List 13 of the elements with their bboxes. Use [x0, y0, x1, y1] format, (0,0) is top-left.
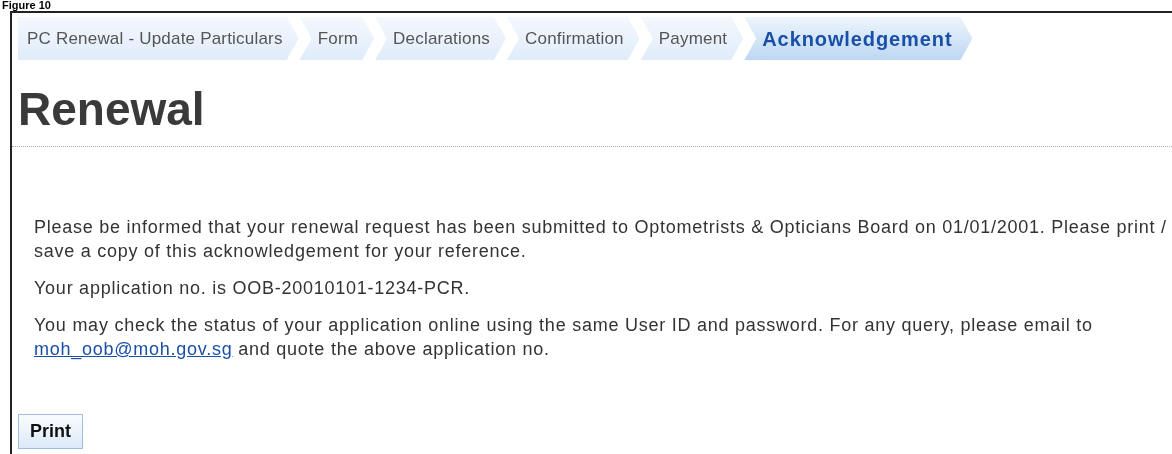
- print-button[interactable]: Print: [18, 414, 83, 449]
- breadcrumb-step[interactable]: PC Renewal - Update Particulars: [18, 17, 299, 60]
- breadcrumb-step[interactable]: Declarations: [375, 17, 506, 60]
- breadcrumb-step[interactable]: Confirmation: [507, 17, 640, 60]
- page-heading: Renewal: [18, 84, 206, 134]
- breadcrumb-step[interactable]: Acknowledgement: [744, 17, 973, 60]
- message-paragraph: You may check the status of your application online using the same User ID and password. For any query, please email to moh_oob@moh.gov.sg and quote the above application no.: [34, 314, 1094, 361]
- email-link[interactable]: moh_oob@moh.gov.sg: [34, 339, 233, 359]
- message-paragraph: Please be informed that your renewal request has been submitted to Optometrists & Opticians Board on 01/01/2001. Please print / save a copy of this acknowledgement for your reference.: [34, 216, 1168, 263]
- figure-caption: Figure 10: [1, 0, 52, 11]
- message-paragraph: Your application no. is OOB-20010101-1234-PCR.: [34, 277, 472, 300]
- breadcrumb-step[interactable]: Payment: [640, 17, 744, 60]
- breadcrumb-step[interactable]: Form: [299, 17, 375, 60]
